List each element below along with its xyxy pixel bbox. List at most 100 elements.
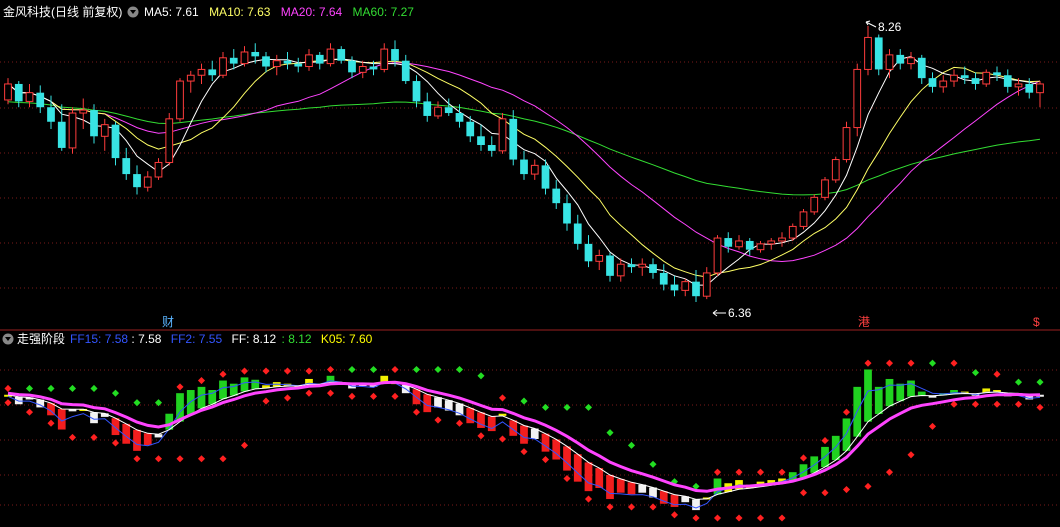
candle-body [165,118,174,163]
candle-body [122,158,131,175]
oscillator-bar [520,425,528,444]
oscillator-bar [563,446,571,471]
ma10-sep: : [240,5,247,19]
candle-body [702,272,711,297]
candle-body [1036,83,1044,94]
oscillator-bar [907,380,915,397]
oscillator-bar [896,383,905,402]
dropdown-icon[interactable] [127,6,139,18]
k05-value: 7.60 [349,332,373,346]
candle-body [595,254,604,262]
candle-body [767,240,776,245]
candle-body [950,74,958,82]
stock-title[interactable]: 金风科技(日线 前复权) [3,4,122,19]
candle-body [756,243,765,251]
candle [176,78,184,122]
candle-body [176,80,184,120]
candle-body [971,78,980,84]
candle-body [627,264,636,268]
candle-body [444,107,453,114]
candle-body [659,272,668,285]
candle-body [4,83,12,101]
candle-body [993,72,1001,76]
candle-body [251,51,260,57]
ma60-value: 7.27 [391,5,415,19]
candle-body [735,240,743,248]
oscillator-bar [466,407,475,424]
ma20-sep: : [312,5,319,19]
candle-body [896,54,905,64]
stock-chart[interactable]: 金风科技(日线 前复权) MA5: 7.61 MA10: 7.63 MA20: … [0,0,1060,527]
candle-body [1025,83,1034,93]
candle-body [821,179,829,198]
candle [810,194,819,215]
ff2-sep: : [192,332,199,346]
candle [982,69,991,87]
oscillator-bar [638,484,647,493]
oscillator-bar [111,418,120,436]
candle-body [487,145,496,151]
oscillator-bar [627,482,636,495]
candle-body [853,68,862,129]
candle-body [552,188,561,204]
ma60-sep: : [384,5,391,19]
finance-marker[interactable]: 财 [162,315,174,329]
indicator-title[interactable]: 走强阶段 [17,331,65,346]
candle-body [563,203,571,224]
candle-body [423,101,432,116]
ma5-label: MA5 [144,5,169,19]
candle-body [917,57,926,79]
candle [713,235,722,276]
oscillator-bar [584,462,593,492]
candle-body [283,60,292,64]
candle-body [466,121,475,137]
low-price-label: 6.36 [728,306,752,320]
ff-value: 8.12 [253,332,277,346]
candle-body [57,121,66,148]
candle-body [337,49,346,61]
hk-marker[interactable]: 港 [858,315,870,329]
candle-body [369,66,378,70]
candle-body [520,159,528,175]
ma10-value: 7.63 [247,5,271,19]
candle-body [681,281,690,291]
candle-body [638,263,647,268]
candle [842,121,851,163]
k05-sep: : [342,332,349,346]
candle [831,156,840,183]
candle-body [778,237,786,242]
candle-body [154,161,163,178]
ff15-white-sep: : [131,332,138,346]
candle-body [874,37,883,70]
candle-body [573,223,582,244]
candle-body [939,80,948,88]
candle [498,113,507,154]
candle-body [208,69,217,76]
candle-body [133,174,141,188]
ff15-sep: : [98,332,105,346]
candle-body [649,264,657,273]
high-price-label: 8.26 [878,20,902,34]
indicator-dropdown-icon[interactable] [2,333,14,345]
ff15-white-value: 7.58 [138,332,162,346]
candle [853,63,862,137]
oscillator-bar [133,429,141,451]
candle-body [434,106,442,117]
oscillator-bar [412,389,421,405]
oscillator-legend: FF15: 7.58 : 7.58 FF2: 7.55 FF: 8.12 : 8… [70,332,373,346]
candle-body [584,243,593,262]
candle-body [262,56,270,67]
oscillator-bar [143,433,152,446]
dividend-marker[interactable]: $ [1033,315,1040,329]
candle-body [960,75,969,79]
candle-body [692,281,700,297]
candle-body [348,60,356,73]
oscillator-bar [831,435,840,461]
candle [165,113,174,166]
oscillator-bar [57,409,66,430]
ma5-sep: : [169,5,176,19]
candle-body [498,118,507,152]
candle [874,34,883,76]
candle-body [907,57,915,65]
ma60-label: MA60 [353,5,385,19]
